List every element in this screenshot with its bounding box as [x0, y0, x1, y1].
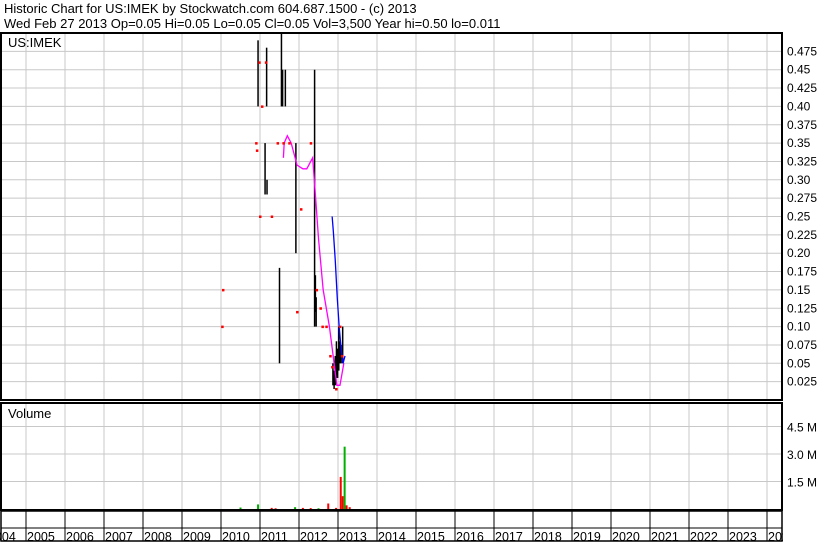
- volume-bar: [274, 508, 277, 509]
- price-tick-label: 0.25: [787, 210, 811, 224]
- price-tick-label: 0.175: [787, 265, 817, 279]
- axis-mask: [783, 511, 830, 543]
- price-point: [255, 149, 259, 152]
- year-label: 2020: [612, 530, 640, 543]
- year-label: 2017: [495, 530, 523, 543]
- price-point: [276, 142, 280, 145]
- volume-bar: [257, 504, 260, 509]
- price-point: [288, 142, 291, 145]
- price-point: [270, 215, 274, 218]
- year-label: 2016: [456, 530, 484, 543]
- price-tick-label: 0.35: [787, 136, 811, 150]
- year-label: 2013: [339, 530, 367, 543]
- volume-bar: [335, 507, 338, 509]
- price-tick-label: 0.125: [787, 301, 817, 315]
- volume-panel-label: Volume: [8, 406, 51, 421]
- year-label: 2011: [261, 530, 288, 543]
- price-tick-label: 0.05: [787, 356, 811, 370]
- volume-bar: [343, 446, 346, 509]
- volume-tick-label: 3.0 M: [787, 448, 817, 462]
- year-label: 2023: [729, 530, 757, 543]
- price-tick-label: 0.30: [787, 173, 811, 187]
- year-label: 2014: [378, 530, 406, 543]
- price-tick-label: 0.275: [787, 191, 817, 205]
- volume-bar: [348, 507, 351, 509]
- volume-bar: [309, 508, 312, 509]
- price-tick-label: 0.15: [787, 283, 811, 297]
- price-panel-label: US:IMEK: [8, 35, 62, 50]
- year-label: 2022: [690, 530, 718, 543]
- price-point: [258, 61, 261, 64]
- year-label: 2005: [27, 530, 55, 543]
- price-point: [260, 105, 264, 108]
- price-tick-label: 0.325: [787, 154, 817, 168]
- price-point: [315, 288, 319, 292]
- price-tick-label: 0.45: [787, 63, 811, 77]
- volume-bar: [294, 507, 297, 509]
- year-label: 2004: [0, 530, 16, 543]
- volume-bar: [239, 507, 242, 509]
- price-tick-label: 0.475: [787, 44, 817, 58]
- year-label: 2021: [651, 530, 679, 543]
- price-point: [299, 208, 303, 211]
- volume-bar: [341, 496, 344, 509]
- price-tick-label: 0.375: [787, 118, 817, 132]
- price-point: [255, 142, 258, 145]
- price-point: [282, 142, 285, 145]
- year-label: 2012: [300, 530, 328, 543]
- year-label: 2010: [222, 530, 250, 543]
- price-tick-label: 0.225: [787, 228, 817, 242]
- price-point: [331, 365, 334, 369]
- year-label: 2006: [66, 530, 94, 543]
- price-point: [325, 325, 328, 329]
- volume-bar: [301, 507, 304, 509]
- price-point: [296, 310, 299, 314]
- volume-tick-label: 4.5 M: [787, 421, 817, 435]
- price-point: [335, 387, 338, 391]
- year-label: 2007: [105, 530, 133, 543]
- year-label: 2009: [183, 530, 211, 543]
- volume-bar: [327, 503, 330, 509]
- year-label: 2019: [573, 530, 601, 543]
- volume-bar: [345, 505, 348, 509]
- price-tick-label: 0.20: [787, 246, 811, 260]
- year-label: 2015: [417, 530, 445, 543]
- stock-chart: 0.025 0.05 0.075 0.10 0.125 0.15 0.175 0.20 0.22…: [0, 32, 830, 543]
- volume-tick-label: 1.5 M: [787, 476, 817, 490]
- volume-bar: [317, 508, 320, 509]
- volume-bar: [339, 476, 342, 509]
- price-point: [221, 288, 225, 292]
- price-tick-label: 0.10: [787, 320, 811, 334]
- chart-page: Historic Chart for US:IMEK by Stockwatch…: [0, 0, 830, 543]
- price-tick-label: 0.025: [787, 375, 817, 389]
- year-label: 2018: [534, 530, 562, 543]
- price-tick-label: 0.40: [787, 99, 811, 113]
- price-tick-label: 0.425: [787, 81, 817, 95]
- volume-bar: [270, 507, 273, 509]
- price-point: [340, 354, 344, 358]
- price-point: [221, 325, 224, 329]
- price-point: [259, 215, 262, 218]
- price-point: [321, 325, 324, 329]
- price-point: [309, 142, 313, 145]
- price-point: [319, 307, 322, 310]
- price-point: [264, 61, 268, 64]
- year-label: 2008: [144, 530, 172, 543]
- price-point: [329, 354, 332, 358]
- price-tick-label: 0.075: [787, 338, 817, 352]
- volume-frame: [0, 402, 783, 511]
- price-point: [338, 325, 342, 329]
